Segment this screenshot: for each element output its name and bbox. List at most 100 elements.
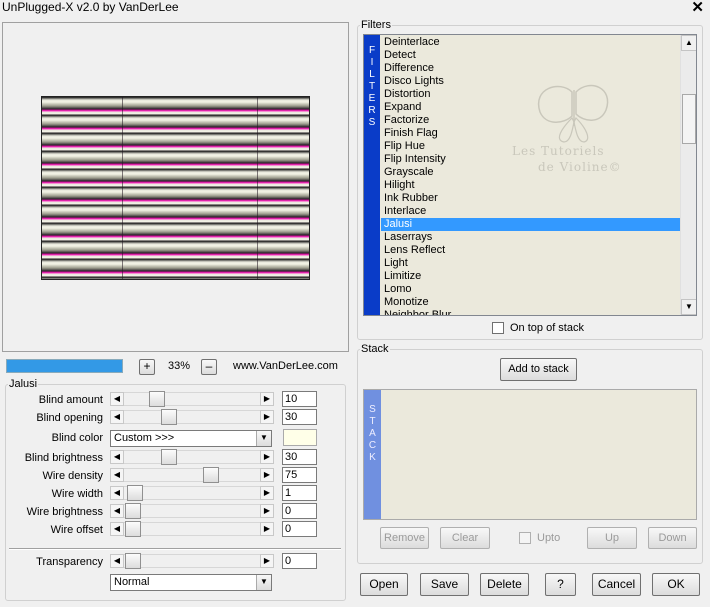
arrow-left-icon[interactable]: ◀ — [110, 522, 124, 536]
filter-list-item[interactable]: Monotize — [381, 296, 680, 309]
chevron-down-icon: ▼ — [256, 431, 271, 446]
filter-list-item[interactable]: Flip Hue — [381, 140, 680, 153]
arrow-left-icon[interactable]: ◀ — [110, 410, 124, 424]
slider-thumb[interactable] — [127, 485, 143, 501]
arrow-left-icon[interactable]: ◀ — [110, 504, 124, 518]
transparency-slider[interactable]: ◀ ▶ — [110, 553, 274, 569]
filter-list-item[interactable]: Limitize — [381, 270, 680, 283]
filter-list-item[interactable]: Deinterlace — [381, 36, 680, 49]
wire-offset-slider[interactable]: ◀ ▶ — [110, 521, 274, 537]
arrow-right-icon[interactable]: ▶ — [260, 486, 274, 500]
wire-brightness-slider[interactable]: ◀ ▶ — [110, 503, 274, 519]
strip-letter: C — [368, 440, 377, 451]
arrow-right-icon[interactable]: ▶ — [260, 468, 274, 482]
clear-button[interactable]: Clear — [440, 527, 490, 549]
filter-list-item[interactable]: Distortion — [381, 88, 680, 101]
slider-thumb[interactable] — [161, 409, 177, 425]
filter-list-item[interactable]: Disco Lights — [381, 75, 680, 88]
filter-list-item[interactable]: Flip Intensity — [381, 153, 680, 166]
filter-list-item[interactable]: Jalusi — [381, 218, 680, 231]
stack-list[interactable]: S T A C K — [363, 389, 697, 520]
wire-offset-value[interactable]: 0 — [282, 521, 317, 537]
filter-list[interactable]: F I L T E R S Deinterlace Detect Differenc… — [363, 34, 697, 316]
wire-density-value[interactable]: 75 — [282, 467, 317, 483]
filter-list-item[interactable]: Detect — [381, 49, 680, 62]
up-button[interactable]: Up — [587, 527, 637, 549]
preview-panel[interactable] — [2, 22, 349, 352]
slider-thumb[interactable] — [149, 391, 165, 407]
blind-brightness-value[interactable]: 30 — [282, 449, 317, 465]
arrow-right-icon[interactable]: ▶ — [260, 450, 274, 464]
blind-opening-slider[interactable]: ◀ ▶ — [110, 409, 274, 425]
arrow-right-icon[interactable]: ▶ — [260, 554, 274, 568]
slider-thumb[interactable] — [125, 553, 141, 569]
delete-button[interactable]: Delete — [480, 573, 529, 596]
list-scrollbar[interactable]: ▲ ▼ — [680, 35, 696, 315]
zoom-out-button[interactable]: – — [201, 359, 217, 375]
filter-list-item[interactable]: Neighbor Blur — [381, 309, 680, 315]
open-button[interactable]: Open — [360, 573, 408, 596]
scroll-up-icon[interactable]: ▲ — [681, 35, 696, 51]
blind-amount-slider[interactable]: ◀ ▶ — [110, 391, 274, 407]
filter-list-item[interactable]: Difference — [381, 62, 680, 75]
filter-list-item[interactable]: Ink Rubber — [381, 192, 680, 205]
blend-mode-dropdown[interactable]: Normal ▼ — [110, 574, 272, 591]
website-link[interactable]: www.VanDerLee.com — [233, 360, 338, 372]
save-button[interactable]: Save — [420, 573, 469, 596]
filter-list-item[interactable]: Lomo — [381, 283, 680, 296]
arrow-left-icon[interactable]: ◀ — [110, 486, 124, 500]
arrow-right-icon[interactable]: ▶ — [260, 392, 274, 406]
help-button[interactable]: ? — [545, 573, 576, 596]
on-top-checkbox[interactable] — [492, 322, 504, 334]
blind-opening-value[interactable]: 30 — [282, 409, 317, 425]
filter-list-item[interactable]: Laserrays — [381, 231, 680, 244]
slider-thumb[interactable] — [125, 503, 141, 519]
strip-letter: E — [368, 93, 376, 104]
slider-thumb[interactable] — [203, 467, 219, 483]
filter-list-item[interactable]: Interlace — [381, 205, 680, 218]
wire-density-slider[interactable]: ◀ ▶ — [110, 467, 274, 483]
wire-brightness-label: Wire brightness — [26, 506, 103, 518]
wire-brightness-value[interactable]: 0 — [282, 503, 317, 519]
filter-list-item[interactable]: Lens Reflect — [381, 244, 680, 257]
blind-opening-label: Blind opening — [36, 412, 103, 424]
filter-list-item[interactable]: Grayscale — [381, 166, 680, 179]
arrow-left-icon[interactable]: ◀ — [110, 554, 124, 568]
blind-color-dropdown[interactable]: Custom >>> ▼ — [110, 430, 272, 447]
arrow-left-icon[interactable]: ◀ — [110, 392, 124, 406]
ok-button[interactable]: OK — [652, 573, 700, 596]
arrow-left-icon[interactable]: ◀ — [110, 450, 124, 464]
filter-list-item[interactable]: Hilight — [381, 179, 680, 192]
add-to-stack-button[interactable]: Add to stack — [500, 358, 577, 381]
strip-letter: T — [368, 81, 376, 92]
blind-brightness-slider[interactable]: ◀ ▶ — [110, 449, 274, 465]
scrollbar-thumb[interactable] — [682, 94, 696, 144]
arrow-right-icon[interactable]: ▶ — [260, 410, 274, 424]
blind-amount-value[interactable]: 10 — [282, 391, 317, 407]
strip-letter: S — [368, 117, 376, 128]
scroll-down-icon[interactable]: ▼ — [681, 299, 696, 315]
filter-list-item[interactable]: Finish Flag — [381, 127, 680, 140]
remove-button[interactable]: Remove — [380, 527, 429, 549]
upto-checkbox[interactable] — [519, 532, 531, 544]
zoom-in-button[interactable]: + — [139, 359, 155, 375]
close-icon[interactable]: ✕ — [691, 0, 704, 16]
down-button[interactable]: Down — [648, 527, 697, 549]
slider-thumb[interactable] — [125, 521, 141, 537]
arrow-right-icon[interactable]: ▶ — [260, 522, 274, 536]
wire-width-value[interactable]: 1 — [282, 485, 317, 501]
filter-items: Deinterlace Detect Difference Disco Lights D… — [381, 36, 680, 315]
filter-list-item[interactable]: Expand — [381, 101, 680, 114]
strip-letter: K — [369, 452, 376, 463]
slider-thumb[interactable] — [161, 449, 177, 465]
blind-color-swatch[interactable] — [283, 429, 317, 446]
wire-width-label: Wire width — [51, 488, 103, 500]
wire-width-slider[interactable]: ◀ ▶ — [110, 485, 274, 501]
arrow-right-icon[interactable]: ▶ — [260, 504, 274, 518]
stack-strip: S T A C K — [364, 390, 381, 519]
filter-list-item[interactable]: Factorize — [381, 114, 680, 127]
arrow-left-icon[interactable]: ◀ — [110, 468, 124, 482]
transparency-value[interactable]: 0 — [282, 553, 317, 569]
filter-list-item[interactable]: Light — [381, 257, 680, 270]
cancel-button[interactable]: Cancel — [592, 573, 641, 596]
